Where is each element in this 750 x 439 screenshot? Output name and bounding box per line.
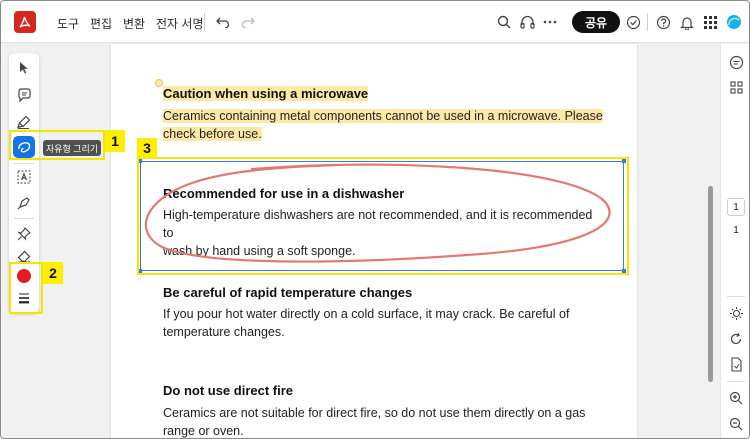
pin-icon[interactable] — [13, 223, 35, 245]
zoom-out-icon[interactable] — [726, 414, 746, 434]
toolbar-divider — [647, 13, 648, 31]
redo-icon[interactable] — [239, 13, 257, 31]
sign-pen-icon[interactable] — [13, 192, 35, 214]
rail-divider — [727, 381, 745, 382]
section-body: Ceramics are not suitable for direct fir… — [163, 406, 586, 438]
comment-icon[interactable] — [13, 84, 35, 106]
total-pages: 1 — [733, 225, 739, 236]
right-side-rail: 1 1 — [720, 44, 749, 438]
tool-divider — [14, 163, 34, 164]
menu-edit[interactable]: 편집 — [90, 15, 112, 32]
section-heading: Do not use direct fire — [163, 383, 294, 398]
menu-convert[interactable]: 변환 — [123, 15, 145, 32]
brightness-icon[interactable] — [726, 303, 746, 323]
section-heading: Caution when using a microwave — [163, 86, 369, 101]
user-avatar-icon[interactable] — [725, 13, 743, 31]
rotate-icon[interactable] — [726, 329, 746, 349]
callout-box-2 — [9, 262, 43, 314]
thumbnails-icon[interactable] — [726, 77, 746, 97]
undo-icon[interactable] — [214, 13, 232, 31]
callout-box-3 — [137, 157, 629, 275]
check-circle-icon[interactable] — [624, 13, 642, 31]
app-window: 도구 편집 변환 전자 서명 공유 Caution when using a m… — [0, 0, 750, 439]
text-box-icon[interactable] — [13, 166, 35, 188]
select-cursor-icon[interactable] — [13, 57, 35, 79]
help-icon[interactable] — [654, 13, 672, 31]
section-body: If you pour hot water directly on a cold… — [163, 307, 570, 339]
apps-grid-icon[interactable] — [701, 13, 719, 31]
search-icon[interactable] — [495, 13, 513, 31]
acrobat-logo-icon[interactable] — [14, 11, 36, 33]
menu-tools[interactable]: 도구 — [57, 15, 79, 32]
vertical-scrollbar[interactable] — [708, 186, 713, 382]
section-body: Ceramics containing metal components can… — [163, 109, 603, 141]
tool-divider — [14, 218, 34, 219]
headphones-icon[interactable] — [518, 13, 536, 31]
page-export-icon[interactable] — [726, 354, 746, 374]
current-page-input[interactable]: 1 — [727, 198, 745, 216]
top-toolbar: 도구 편집 변환 전자 서명 공유 — [1, 1, 749, 43]
callout-label-2: 2 — [43, 262, 63, 284]
more-options-icon[interactable] — [541, 13, 559, 31]
share-button[interactable]: 공유 — [572, 11, 620, 33]
zoom-in-icon[interactable] — [726, 388, 746, 408]
callout-box-1 — [9, 130, 105, 160]
section-heading: Be careful of rapid temperature changes — [163, 285, 413, 300]
callout-label-1: 1 — [105, 130, 125, 152]
toolbar-divider — [204, 13, 205, 31]
callout-label-3: 3 — [137, 138, 157, 158]
rail-divider — [727, 296, 745, 297]
notification-bell-icon[interactable] — [678, 13, 696, 31]
menu-e-sign[interactable]: 전자 서명 — [156, 15, 204, 32]
ai-assistant-icon[interactable] — [726, 52, 746, 72]
